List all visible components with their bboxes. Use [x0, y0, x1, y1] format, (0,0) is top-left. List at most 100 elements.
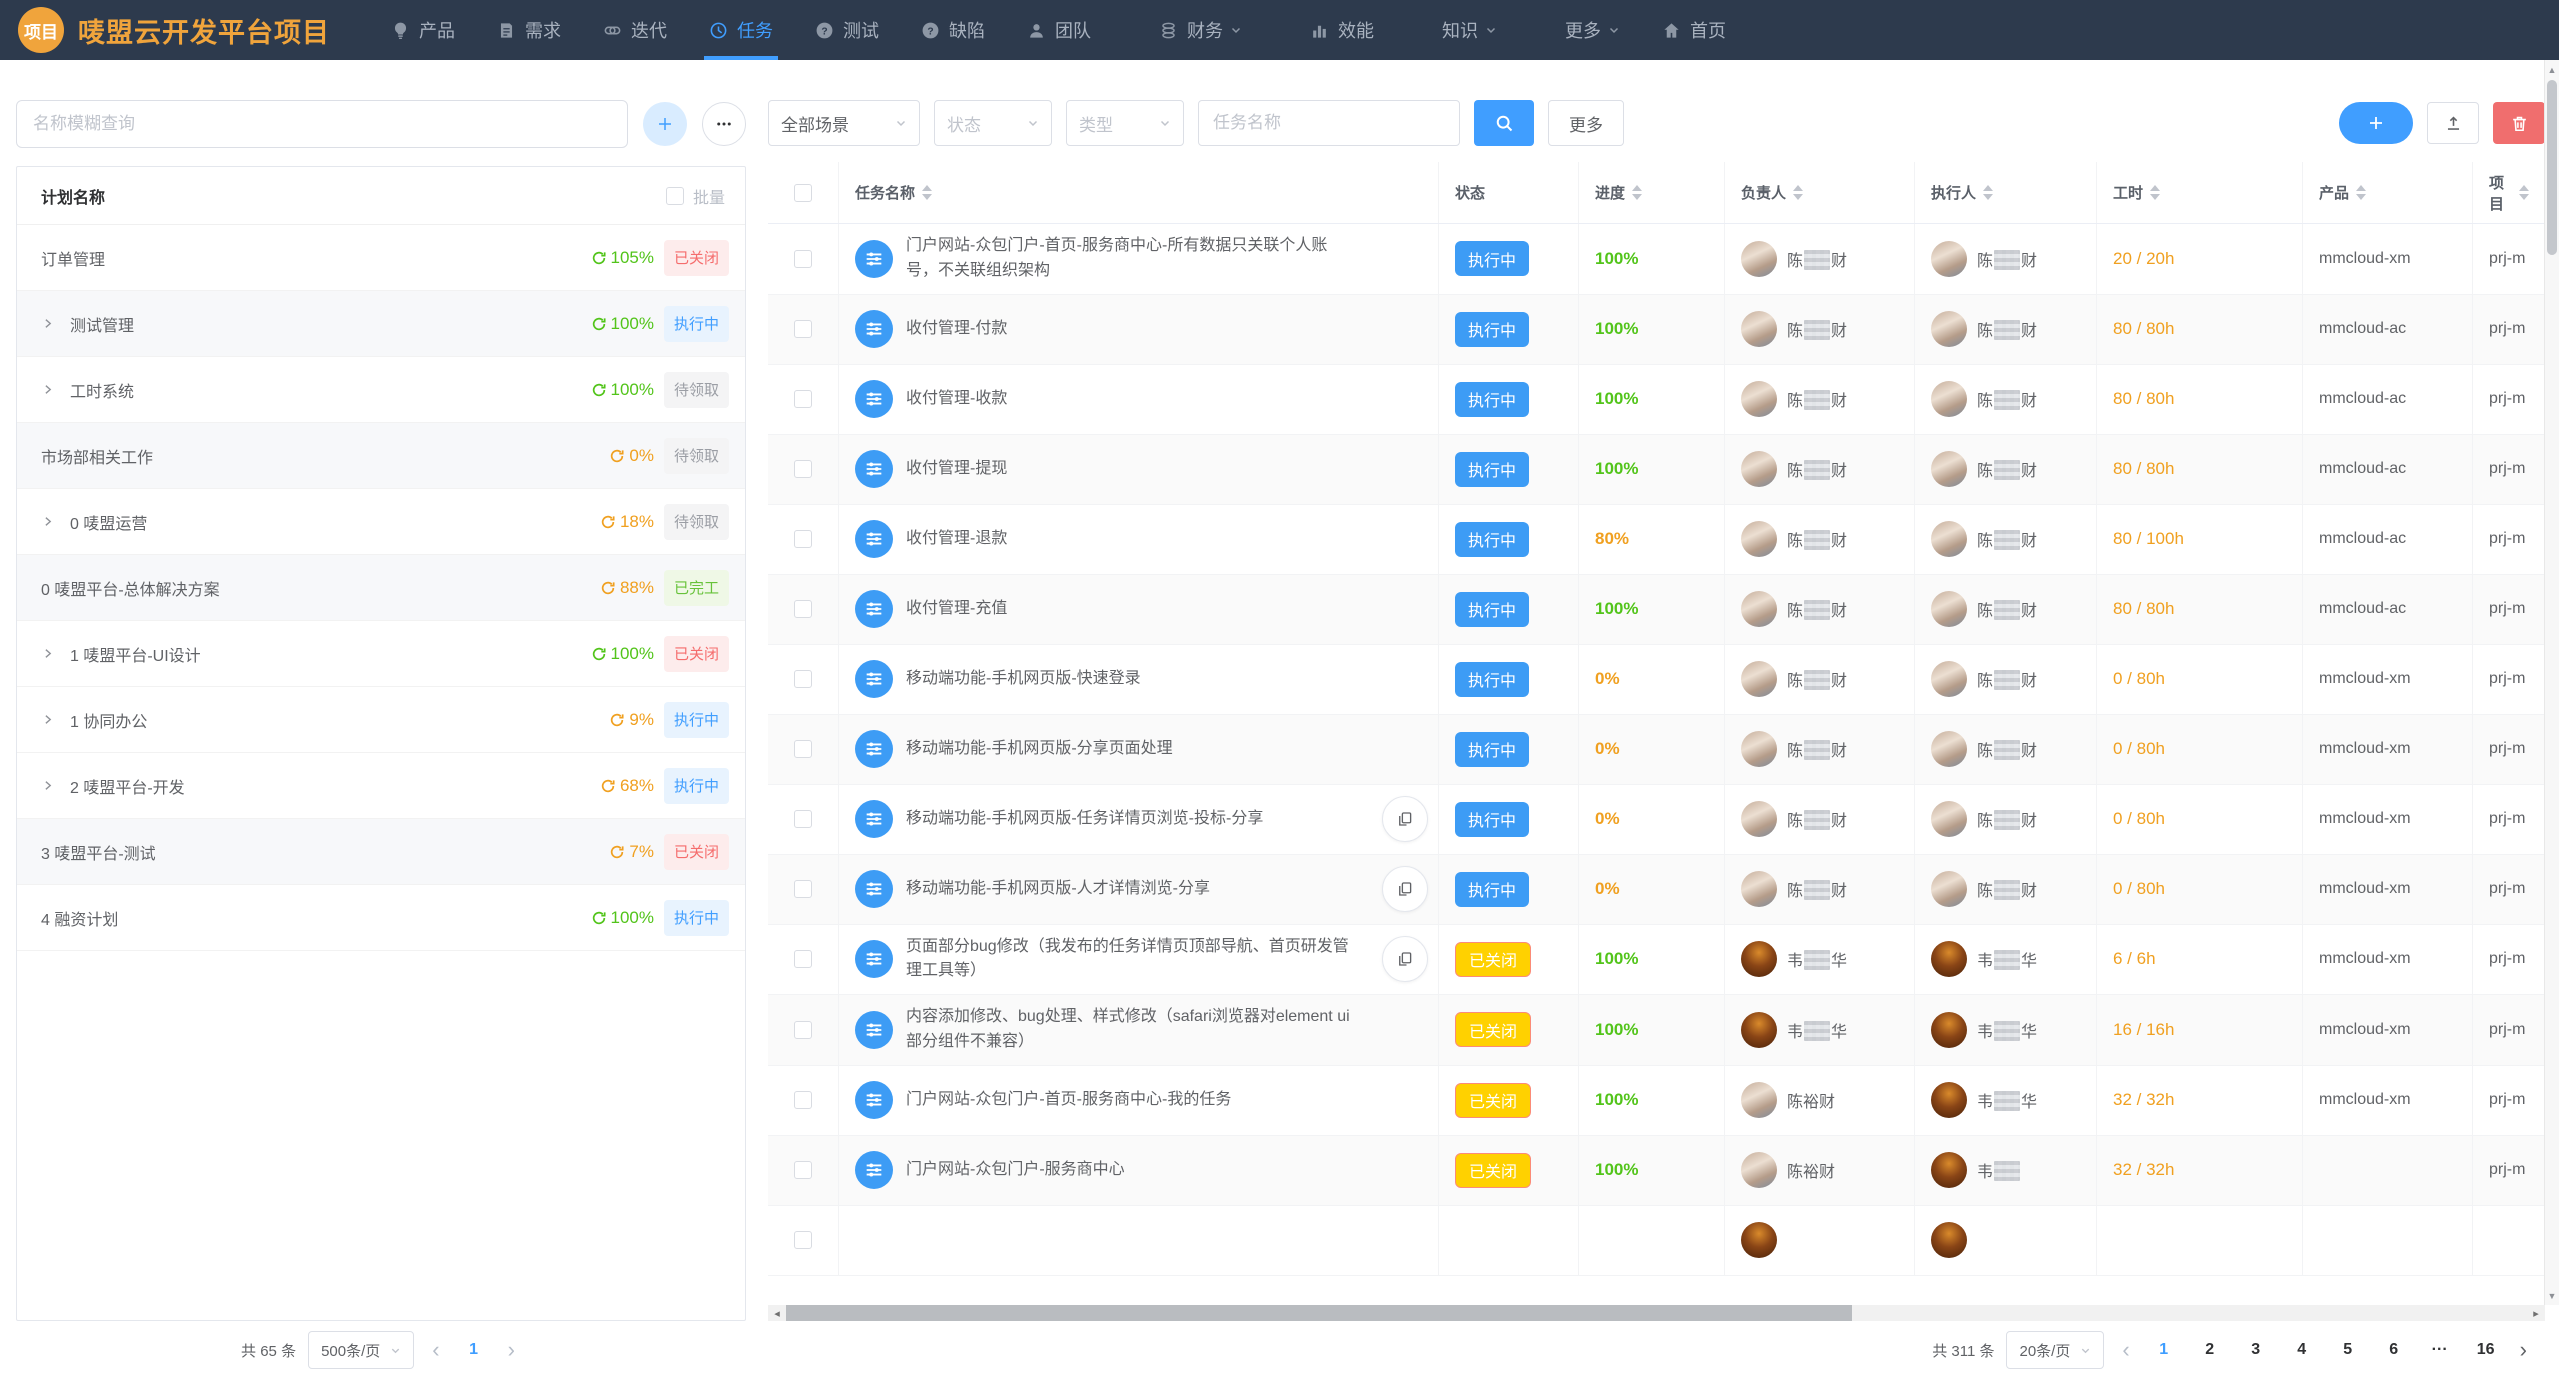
- expand-chevron-icon[interactable]: [41, 779, 54, 792]
- nav-item-testing[interactable]: ? 测试: [794, 0, 900, 60]
- task-row[interactable]: 收付管理-退款 执行中 80% 陈财: [768, 505, 2545, 575]
- prev-page-icon[interactable]: ‹: [2116, 1339, 2135, 1361]
- page-number[interactable]: 16: [2470, 1341, 2502, 1359]
- h-scroll-thumb[interactable]: [786, 1305, 1852, 1321]
- task-row[interactable]: 门户网站-众包门户-服务商中心 已关闭 100% 陈裕财: [768, 1136, 2545, 1206]
- next-page-icon[interactable]: ›: [2514, 1339, 2533, 1361]
- task-row[interactable]: 收付管理-提现 执行中 100% 陈财: [768, 435, 2545, 505]
- col-product[interactable]: 产品: [2302, 162, 2472, 223]
- plan-page-size-select[interactable]: 500条/页: [308, 1331, 414, 1369]
- plan-row[interactable]: 市场部相关工作 0% 待领取: [17, 423, 745, 489]
- expand-chevron-icon[interactable]: [41, 383, 54, 396]
- nav-item-knowledge[interactable]: 知识: [1421, 0, 1518, 60]
- delete-button[interactable]: [2493, 102, 2545, 144]
- row-checkbox[interactable]: [794, 740, 812, 758]
- plan-row[interactable]: 1 协同办公 9% 执行中: [17, 687, 745, 753]
- expand-chevron-icon[interactable]: [41, 515, 54, 528]
- type-select[interactable]: 类型: [1066, 100, 1184, 146]
- nav-item-tasks[interactable]: 任务: [688, 0, 794, 60]
- copy-task-button[interactable]: [1382, 796, 1428, 842]
- page-number[interactable]: 4: [2286, 1341, 2318, 1359]
- plan-row[interactable]: 工时系统 100% 待领取: [17, 357, 745, 423]
- page-number[interactable]: 1: [2148, 1341, 2180, 1359]
- task-row[interactable]: 移动端功能-手机网页版-任务详情页浏览-投标-分享 执行中 0% 陈财: [768, 785, 2545, 855]
- batch-toggle[interactable]: 批量: [666, 184, 725, 208]
- task-row[interactable]: 内容添加修改、bug处理、样式修改（safari浏览器对element ui部分…: [768, 995, 2545, 1066]
- plan-row[interactable]: 3 唛盟平台-测试 7% 已关闭: [17, 819, 745, 885]
- sort-icon[interactable]: [2519, 185, 2529, 200]
- col-progress[interactable]: 进度: [1578, 162, 1724, 223]
- nav-item-home[interactable]: 首页: [1641, 0, 1747, 60]
- nav-item-iteration[interactable]: 迭代: [582, 0, 688, 60]
- batch-checkbox[interactable]: [666, 187, 684, 205]
- sort-icon[interactable]: [2356, 185, 2366, 200]
- horizontal-scrollbar[interactable]: ◂ ▸: [768, 1305, 2545, 1321]
- task-row[interactable]: 收付管理-充值 执行中 100% 陈财: [768, 575, 2545, 645]
- task-row[interactable]: 门户网站-众包门户-首页-服务商中心-所有数据只关联个人账号，不关联组织架构 执…: [768, 224, 2545, 295]
- col-owner[interactable]: 负责人: [1724, 162, 1914, 223]
- nav-item-finance[interactable]: 财务: [1138, 0, 1263, 60]
- row-checkbox[interactable]: [794, 950, 812, 968]
- task-row[interactable]: 移动端功能-手机网页版-快速登录 执行中 0% 陈财: [768, 645, 2545, 715]
- copy-task-button[interactable]: [1382, 936, 1428, 982]
- plan-row[interactable]: 4 融资计划 100% 执行中: [17, 885, 745, 951]
- nav-item-product[interactable]: 产品: [370, 0, 476, 60]
- page-number[interactable]: 2: [2194, 1341, 2226, 1359]
- search-button[interactable]: [1474, 100, 1534, 146]
- task-row[interactable]: 收付管理-收款 执行中 100% 陈财: [768, 365, 2545, 435]
- plan-row[interactable]: 0 唛盟运营 18% 待领取: [17, 489, 745, 555]
- row-checkbox[interactable]: [794, 1161, 812, 1179]
- sort-icon[interactable]: [1793, 185, 1803, 200]
- scene-select[interactable]: 全部场景: [768, 100, 920, 146]
- col-executor[interactable]: 执行人: [1914, 162, 2096, 223]
- plan-row[interactable]: 订单管理 105% 已关闭: [17, 225, 745, 291]
- page-number[interactable]: ···: [2424, 1341, 2456, 1359]
- sort-icon[interactable]: [2150, 185, 2160, 200]
- plan-current-page[interactable]: 1: [458, 1341, 490, 1359]
- expand-chevron-icon[interactable]: [41, 713, 54, 726]
- expand-chevron-icon[interactable]: [41, 647, 54, 660]
- select-all-checkbox[interactable]: [794, 184, 812, 202]
- status-select[interactable]: 状态: [934, 100, 1052, 146]
- task-name-input[interactable]: [1198, 100, 1460, 146]
- task-row[interactable]: 门户网站-众包门户-首页-服务商中心-我的任务 已关闭 100% 陈裕财: [768, 1066, 2545, 1136]
- row-checkbox[interactable]: [794, 600, 812, 618]
- row-checkbox[interactable]: [794, 390, 812, 408]
- task-row[interactable]: [768, 1206, 2545, 1276]
- task-row[interactable]: 收付管理-付款 执行中 100% 陈财: [768, 295, 2545, 365]
- next-page-icon[interactable]: ›: [502, 1339, 521, 1361]
- row-checkbox[interactable]: [794, 1021, 812, 1039]
- nav-item-defects[interactable]: ? 缺陷: [900, 0, 1006, 60]
- sort-icon[interactable]: [1983, 185, 1993, 200]
- nav-item-requirements[interactable]: 需求: [476, 0, 582, 60]
- add-plan-button[interactable]: [643, 102, 687, 146]
- export-button[interactable]: [2427, 102, 2479, 144]
- page-number[interactable]: 6: [2378, 1341, 2410, 1359]
- nav-item-performance[interactable]: 效能: [1289, 0, 1395, 60]
- row-checkbox[interactable]: [794, 530, 812, 548]
- row-checkbox[interactable]: [794, 880, 812, 898]
- scroll-left-icon[interactable]: ◂: [768, 1305, 786, 1321]
- plan-more-button[interactable]: [702, 102, 746, 146]
- row-checkbox[interactable]: [794, 810, 812, 828]
- more-filters-button[interactable]: 更多: [1548, 100, 1624, 146]
- prev-page-icon[interactable]: ‹: [426, 1339, 445, 1361]
- page-number[interactable]: 3: [2240, 1341, 2272, 1359]
- row-checkbox[interactable]: [794, 250, 812, 268]
- nav-item-more[interactable]: 更多: [1544, 0, 1641, 60]
- task-row[interactable]: 移动端功能-手机网页版-分享页面处理 执行中 0% 陈财: [768, 715, 2545, 785]
- copy-task-button[interactable]: [1382, 866, 1428, 912]
- plan-row[interactable]: 0 唛盟平台-总体解决方案 88% 已完工: [17, 555, 745, 621]
- plan-row[interactable]: 测试管理 100% 执行中: [17, 291, 745, 357]
- scroll-down-icon[interactable]: ▼: [2545, 1288, 2559, 1303]
- scroll-right-icon[interactable]: ▸: [2527, 1305, 2545, 1321]
- sort-icon[interactable]: [1632, 185, 1642, 200]
- nav-item-team[interactable]: 团队: [1006, 0, 1112, 60]
- page-number[interactable]: 5: [2332, 1341, 2364, 1359]
- plan-row[interactable]: 1 唛盟平台-UI设计 100% 已关闭: [17, 621, 745, 687]
- add-task-button[interactable]: [2339, 102, 2413, 144]
- row-checkbox[interactable]: [794, 670, 812, 688]
- plan-row[interactable]: 2 唛盟平台-开发 68% 执行中: [17, 753, 745, 819]
- expand-chevron-icon[interactable]: [41, 317, 54, 330]
- sort-icon[interactable]: [922, 185, 932, 200]
